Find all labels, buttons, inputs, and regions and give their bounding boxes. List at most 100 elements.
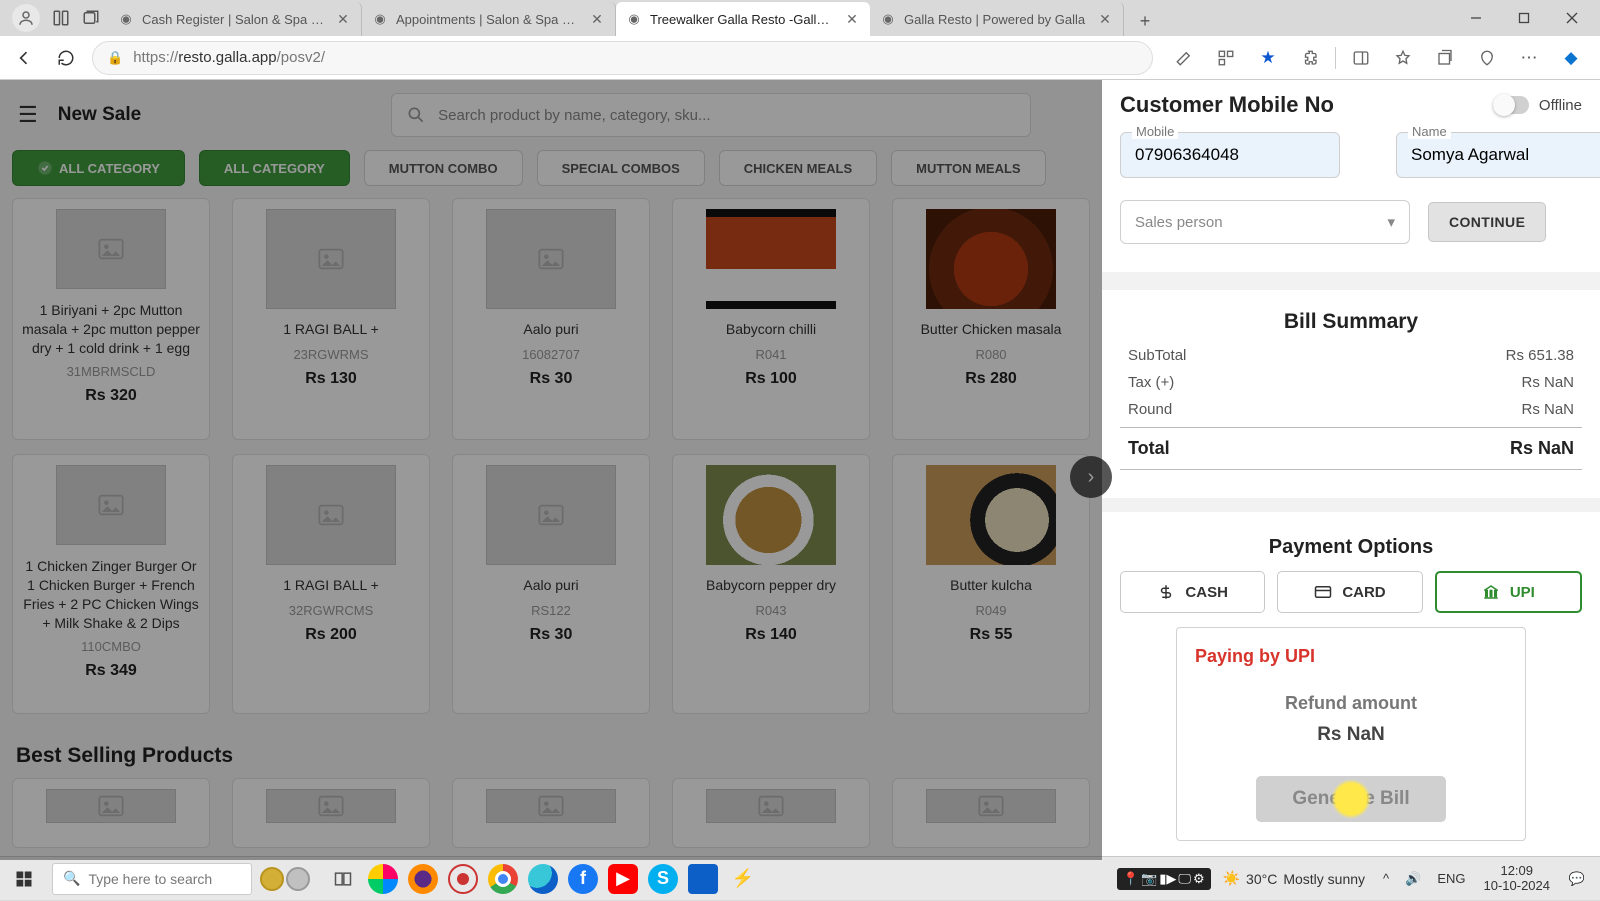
bank-icon (1482, 583, 1500, 601)
edge-icon[interactable] (528, 864, 558, 894)
weather-text: Mostly sunny (1283, 871, 1365, 887)
favorites-icon[interactable] (1386, 41, 1420, 75)
copilot-app-icon[interactable] (368, 864, 398, 894)
bill-subtotal-row: SubTotal Rs 651.38 (1120, 342, 1582, 369)
chrome-icon[interactable] (488, 864, 518, 894)
offline-label: Offline (1539, 97, 1582, 114)
lock-icon: 🔒 (107, 50, 123, 66)
tab-close-icon[interactable]: ✕ (1097, 11, 1113, 27)
customer-mobile-title: Customer Mobile No (1120, 92, 1334, 118)
notification-icon[interactable]: 💬 (1562, 864, 1592, 894)
taskbar-news-icon[interactable] (260, 867, 310, 891)
favorite-star-icon[interactable]: ★ (1251, 41, 1285, 75)
collections-icon[interactable] (1428, 41, 1462, 75)
pay-card-button[interactable]: CARD (1277, 571, 1422, 613)
bill-summary-title: Bill Summary (1120, 300, 1582, 342)
tab-title: Appointments | Salon & Spa Man (396, 12, 581, 27)
back-button[interactable] (8, 42, 40, 74)
cash-icon (1157, 583, 1175, 601)
firefox-icon[interactable] (408, 864, 438, 894)
taskbar-search[interactable]: 🔍 Type here to search (52, 863, 252, 895)
profile-icon[interactable] (12, 4, 40, 32)
video-icon: ▮▶ (1159, 871, 1176, 887)
taskbar-search-placeholder: Type here to search (88, 871, 212, 887)
tab-close-icon[interactable]: ✕ (844, 11, 860, 27)
bill-round-row: Round Rs NaN (1120, 396, 1582, 423)
screen-icon: 🖵 (1178, 871, 1191, 887)
tab-close-icon[interactable]: ✕ (335, 11, 351, 27)
tray-lang[interactable]: ENG (1431, 871, 1471, 886)
extensions-icon[interactable] (1293, 41, 1327, 75)
gear-icon: ⚙ (1193, 871, 1205, 887)
tab-title: Cash Register | Salon & Spa Mana (142, 12, 327, 27)
start-button[interactable] (0, 857, 48, 901)
browser-toolbar: 🔒 https://resto.galla.app/posv2/ ★ ⋯ ◆ (0, 36, 1600, 80)
youtube-icon[interactable]: ▶ (608, 864, 638, 894)
edit-icon[interactable] (1167, 41, 1201, 75)
sidebar-icon[interactable] (1344, 41, 1378, 75)
tab-title: Treewalker Galla Resto -Galla App (650, 12, 836, 27)
record-icon[interactable] (448, 864, 478, 894)
tray-group[interactable]: 📍 📷 ▮▶ 🖵 ⚙ (1117, 868, 1211, 890)
browser-tab-active[interactable]: ◉ Treewalker Galla Resto -Galla App ✕ (616, 2, 870, 36)
chevron-down-icon: ▾ (1387, 213, 1395, 231)
favicon-icon: ◉ (626, 11, 642, 27)
continue-button[interactable]: CONTINUE (1428, 202, 1546, 242)
offline-toggle[interactable] (1493, 96, 1529, 114)
taskbar-weather[interactable]: ☀️ 30°C Mostly sunny (1215, 870, 1373, 887)
refund-amount-label: Refund amount (1195, 693, 1507, 714)
browser-tab[interactable]: ◉ Appointments | Salon & Spa Man ✕ (362, 2, 616, 36)
system-tray: 📍 📷 ▮▶ 🖵 ⚙ ☀️ 30°C Mostly sunny ^ 🔊 ENG … (1109, 864, 1600, 894)
menu-icon[interactable]: ⋯ (1512, 41, 1546, 75)
search-icon: 🔍 (63, 870, 80, 887)
apps-icon[interactable] (1209, 41, 1243, 75)
browser-tab[interactable]: ◉ Cash Register | Salon & Spa Mana ✕ (108, 2, 362, 36)
mobile-label: Mobile (1132, 124, 1178, 139)
card-icon (1314, 583, 1332, 601)
location-icon: 📍 (1123, 871, 1139, 887)
tab-overview-icon[interactable] (82, 9, 100, 27)
pay-cash-button[interactable]: CASH (1120, 571, 1265, 613)
browser-essentials-icon[interactable] (1470, 41, 1504, 75)
tray-clock[interactable]: 12:09 10-10-2024 (1476, 864, 1559, 894)
browser-tabs: ◉ Cash Register | Salon & Spa Mana ✕ ◉ A… (108, 0, 1160, 36)
weather-icon: ☀️ (1223, 870, 1240, 887)
workspaces-icon[interactable] (52, 9, 70, 27)
tray-chevron-icon[interactable]: ^ (1377, 871, 1395, 886)
app-content: ☰ New Sale Search product by name, categ… (0, 80, 1600, 860)
minimize-button[interactable] (1452, 0, 1500, 36)
browser-tab[interactable]: ◉ Galla Resto | Powered by Galla ✕ (870, 2, 1124, 36)
skype-icon[interactable]: S (648, 864, 678, 894)
copilot-icon[interactable]: ◆ (1554, 41, 1588, 75)
taskbar-apps: f ▶ S ⚡ (328, 864, 758, 894)
payment-box: Paying by UPI Refund amount Rs NaN Gener… (1176, 627, 1526, 841)
address-bar[interactable]: 🔒 https://resto.galla.app/posv2/ (92, 41, 1153, 75)
maximize-button[interactable] (1500, 0, 1548, 36)
tab-title: Galla Resto | Powered by Galla (904, 12, 1089, 27)
app-icon-generic[interactable]: ⚡ (728, 864, 758, 894)
mobile-field: Mobile (1120, 132, 1340, 178)
salesperson-placeholder: Sales person (1135, 214, 1223, 231)
window-titlebar: ◉ Cash Register | Salon & Spa Mana ✕ ◉ A… (0, 0, 1600, 36)
tab-close-icon[interactable]: ✕ (589, 11, 605, 27)
url-scheme: https:// (133, 49, 178, 66)
sound-icon[interactable]: 🔊 (1399, 871, 1427, 887)
close-button[interactable] (1548, 0, 1596, 36)
refresh-button[interactable] (50, 42, 82, 74)
bill-total-row: Total Rs NaN (1120, 427, 1582, 470)
bill-tax-row: Tax (+) Rs NaN (1120, 369, 1582, 396)
new-tab-button[interactable]: + (1130, 6, 1160, 36)
paying-by-label: Paying by UPI (1195, 646, 1507, 667)
generate-bill-button[interactable]: Generate Bill (1256, 776, 1446, 822)
favicon-icon: ◉ (372, 11, 388, 27)
pay-upi-button[interactable]: UPI (1435, 571, 1582, 613)
task-view-icon[interactable] (328, 864, 358, 894)
camera-icon: 📷 (1141, 871, 1157, 887)
name-label: Name (1408, 124, 1451, 139)
facebook-icon[interactable]: f (568, 864, 598, 894)
ms-store-icon[interactable] (688, 864, 718, 894)
salesperson-select[interactable]: Sales person ▾ (1120, 200, 1410, 244)
url-host: resto.galla.app (178, 49, 276, 66)
modal-overlay (0, 80, 1102, 860)
payment-options-title: Payment Options (1120, 522, 1582, 571)
